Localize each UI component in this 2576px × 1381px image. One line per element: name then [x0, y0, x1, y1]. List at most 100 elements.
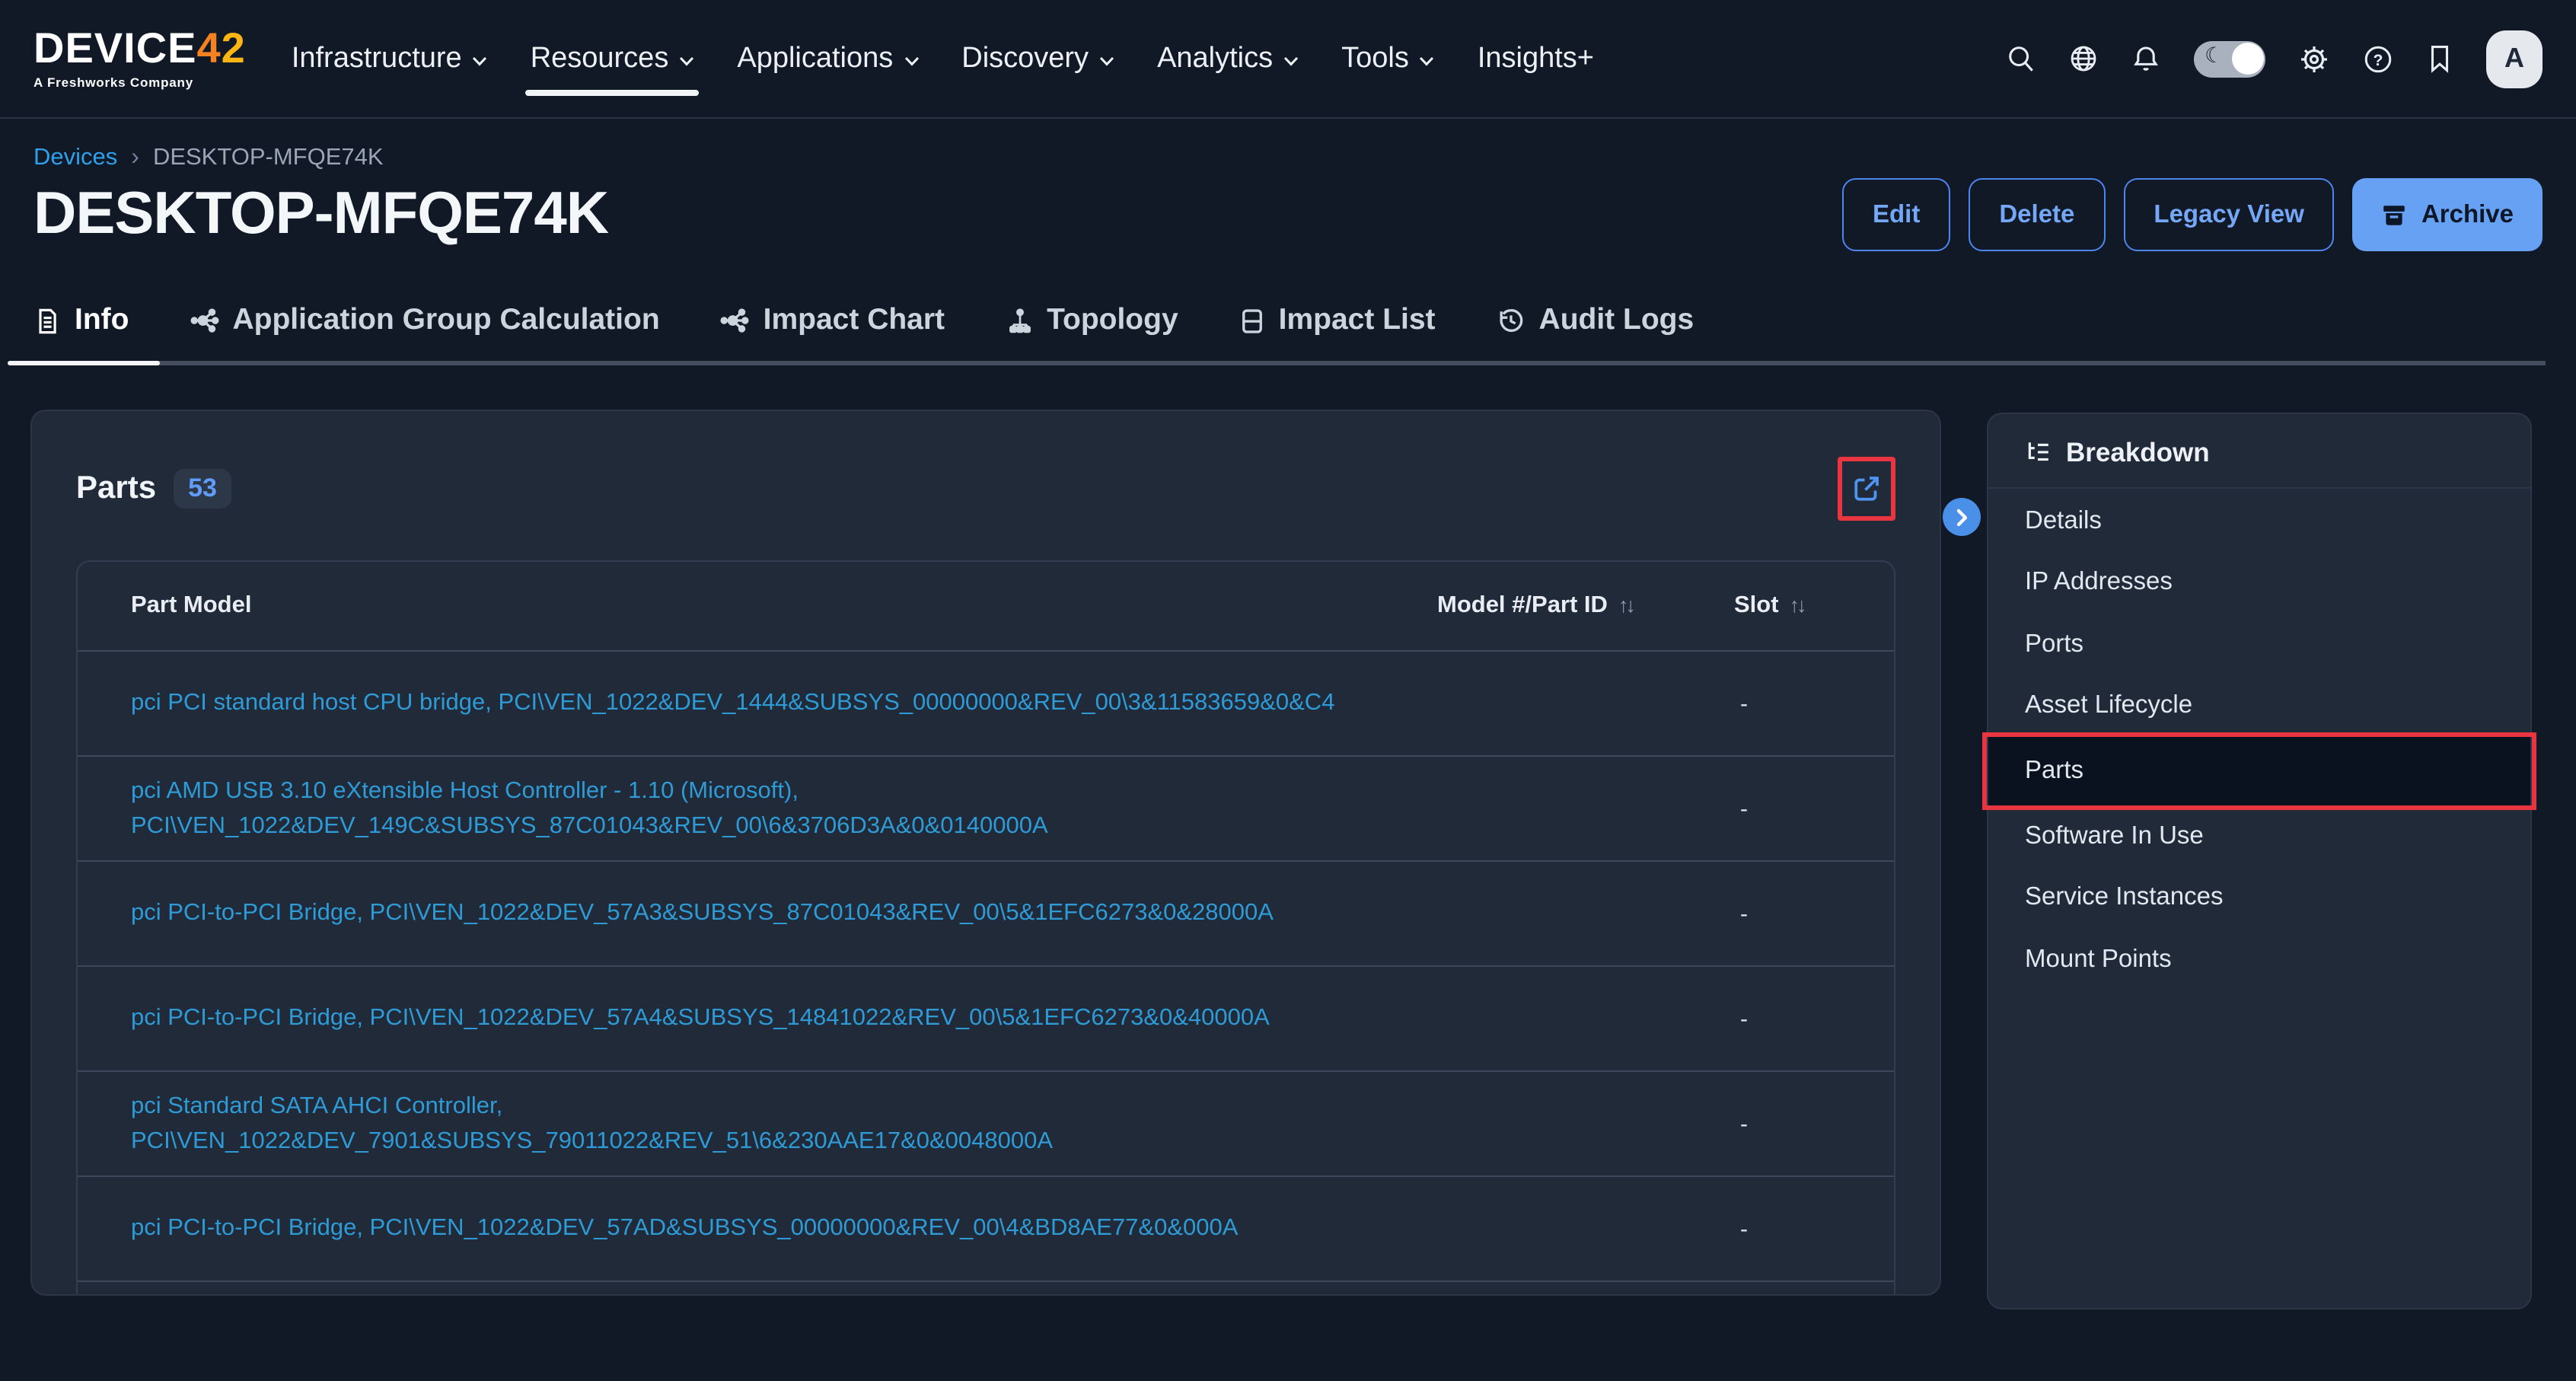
- chevron-down-icon: [1420, 56, 1435, 66]
- sidebar-item-asset-lifecycle[interactable]: Asset Lifecycle: [1988, 675, 2530, 737]
- breadcrumb-current: DESKTOP-MFQE74K: [153, 145, 384, 172]
- menu-item-infrastructure[interactable]: Infrastructure: [270, 0, 509, 118]
- sidebar-item-parts[interactable]: Parts: [1988, 737, 2530, 805]
- nav-utilities: ☾ ? A: [2007, 30, 2543, 88]
- open-parts-external-button[interactable]: [1838, 457, 1895, 521]
- bookmark-icon[interactable]: [2427, 44, 2453, 73]
- toggle-knob: [2231, 43, 2263, 75]
- document-icon: [33, 307, 61, 334]
- sidebar-item-details[interactable]: Details: [1988, 490, 2530, 552]
- parts-table-header: Part Model Model #/Part ID↑↓ Slot↑↓: [78, 562, 1894, 652]
- breakdown-sidebar: Breakdown Details IP Addresses Ports Ass…: [1987, 413, 2532, 1309]
- sidebar-collapse-button[interactable]: [1943, 498, 1981, 536]
- tab-application-group-calculation[interactable]: Application Group Calculation: [187, 291, 662, 361]
- table-row: pci PCI-to-PCI Bridge, PCI\VEN_1022&DEV_…: [78, 1177, 1894, 1282]
- sitemap-icon: [1006, 307, 1033, 334]
- column-part-model: Part Model: [78, 592, 1437, 620]
- table-row: pci PCI-to-PCI Bridge, PCI\VEN_1022&DEV_…: [78, 967, 1894, 1072]
- column-model-part-id[interactable]: Model #/Part ID↑↓: [1437, 592, 1734, 620]
- device42-logo[interactable]: DEVICE42 A Freshworks Company: [33, 28, 246, 90]
- menu-item-analytics[interactable]: Analytics: [1136, 0, 1320, 118]
- tab-topology[interactable]: Topology: [1003, 291, 1181, 361]
- node-network-icon: [190, 306, 218, 335]
- slot-cell: -: [1734, 796, 1894, 821]
- chevron-down-icon: [1283, 56, 1299, 66]
- breakdown-header: Breakdown: [1988, 414, 2530, 489]
- tab-impact-chart[interactable]: Impact Chart: [718, 291, 948, 361]
- logo-wordmark: DEVICE42: [33, 28, 246, 71]
- stacked-rows-icon: [1239, 307, 1265, 334]
- device42-app: DEVICE42 A Freshworks Company Infrastruc…: [0, 0, 2576, 1381]
- search-icon[interactable]: [2007, 44, 2036, 73]
- breadcrumb: Devices › DESKTOP-MFQE74K: [33, 145, 2543, 172]
- table-row-clipped: [78, 1282, 1894, 1296]
- tab-info[interactable]: Info: [30, 291, 132, 361]
- chevron-down-icon: [473, 56, 488, 66]
- history-icon: [1497, 306, 1526, 335]
- breadcrumb-devices-link[interactable]: Devices: [33, 145, 117, 172]
- slot-cell: -: [1734, 1006, 1894, 1032]
- delete-button[interactable]: Delete: [1969, 178, 2105, 251]
- archive-button[interactable]: Archive: [2353, 178, 2543, 251]
- parts-title: Parts: [76, 470, 156, 507]
- part-model-link[interactable]: pci PCI-to-PCI Bridge, PCI\VEN_1022&DEV_…: [78, 1211, 1437, 1247]
- page-header: DESKTOP-MFQE74K Edit Delete Legacy View …: [33, 178, 2543, 251]
- table-row: pci AMD USB 3.10 eXtensible Host Control…: [78, 757, 1894, 862]
- column-slot[interactable]: Slot↑↓: [1734, 592, 1894, 620]
- menu-item-insights[interactable]: Insights+: [1456, 0, 1615, 118]
- part-model-link[interactable]: pci PCI-to-PCI Bridge, PCI\VEN_1022&DEV_…: [78, 1001, 1437, 1037]
- settings-gear-icon[interactable]: [2299, 43, 2329, 74]
- parts-panel: Parts 53 Part Model Model #/Part ID↑↓ Sl…: [30, 410, 1941, 1296]
- part-model-link[interactable]: pci AMD USB 3.10 eXtensible Host Control…: [78, 773, 1437, 844]
- menu-item-discovery[interactable]: Discovery: [940, 0, 1136, 118]
- table-row: pci Standard SATA AHCI Controller, PCI\V…: [78, 1072, 1894, 1177]
- table-row: pci PCI-to-PCI Bridge, PCI\VEN_1022&DEV_…: [78, 862, 1894, 967]
- logo-tagline: A Freshworks Company: [33, 77, 246, 90]
- archive-icon: [2382, 202, 2408, 228]
- slot-cell: -: [1734, 1111, 1894, 1137]
- svg-text:?: ?: [2374, 50, 2383, 69]
- slot-cell: -: [1734, 1216, 1894, 1242]
- tab-impact-list[interactable]: Impact List: [1236, 291, 1439, 361]
- notifications-bell-icon[interactable]: [2131, 44, 2160, 73]
- sidebar-item-ports[interactable]: Ports: [1988, 614, 2530, 675]
- menu-item-resources[interactable]: Resources: [509, 0, 716, 118]
- sidebar-item-ip-addresses[interactable]: IP Addresses: [1988, 552, 2530, 614]
- edit-button[interactable]: Edit: [1842, 178, 1950, 251]
- tab-audit-logs[interactable]: Audit Logs: [1494, 291, 1698, 361]
- sort-icon[interactable]: ↑↓: [1790, 594, 1804, 617]
- menu-item-tools[interactable]: Tools: [1320, 0, 1456, 118]
- user-avatar[interactable]: A: [2486, 30, 2543, 88]
- parts-panel-header: Parts 53: [76, 457, 1895, 521]
- theme-toggle[interactable]: ☾: [2194, 40, 2265, 77]
- parts-table: Part Model Model #/Part ID↑↓ Slot↑↓ pci …: [76, 560, 1895, 1296]
- menu-item-applications[interactable]: Applications: [716, 0, 940, 118]
- moon-icon: ☾: [2205, 43, 2224, 68]
- table-row: pci PCI standard host CPU bridge, PCI\VE…: [78, 652, 1894, 757]
- chevron-down-icon: [679, 56, 694, 66]
- node-network-icon: [721, 306, 750, 335]
- help-icon[interactable]: ?: [2363, 43, 2393, 74]
- external-link-icon: [1851, 474, 1882, 504]
- parts-count-badge: 53: [173, 469, 232, 509]
- sidebar-item-software-in-use[interactable]: Software In Use: [1988, 805, 2530, 867]
- slot-cell: -: [1734, 901, 1894, 927]
- device-tabs: Info Application Group Calculation Impac…: [30, 291, 2546, 365]
- breadcrumb-separator: ›: [131, 145, 139, 172]
- part-model-link[interactable]: pci PCI-to-PCI Bridge, PCI\VEN_1022&DEV_…: [78, 896, 1437, 932]
- sidebar-item-service-instances[interactable]: Service Instances: [1988, 867, 2530, 929]
- sort-icon[interactable]: ↑↓: [1618, 594, 1633, 617]
- legacy-view-button[interactable]: Legacy View: [2123, 178, 2335, 251]
- list-tree-icon: [2025, 440, 2051, 466]
- breakdown-list: Details IP Addresses Ports Asset Lifecyc…: [1988, 489, 2530, 990]
- top-nav: DEVICE42 A Freshworks Company Infrastruc…: [0, 0, 2576, 119]
- chevron-down-icon: [1099, 56, 1114, 66]
- chevron-right-icon: [1956, 508, 1968, 526]
- part-model-link[interactable]: pci Standard SATA AHCI Controller, PCI\V…: [78, 1089, 1437, 1159]
- chevron-down-icon: [904, 56, 919, 66]
- main-menu: Infrastructure Resources Applications Di…: [270, 0, 1615, 118]
- sidebar-item-mount-points[interactable]: Mount Points: [1988, 929, 2530, 990]
- page-title: DESKTOP-MFQE74K: [33, 181, 608, 248]
- part-model-link[interactable]: pci PCI standard host CPU bridge, PCI\VE…: [78, 686, 1437, 722]
- globe-icon[interactable]: [2069, 44, 2098, 73]
